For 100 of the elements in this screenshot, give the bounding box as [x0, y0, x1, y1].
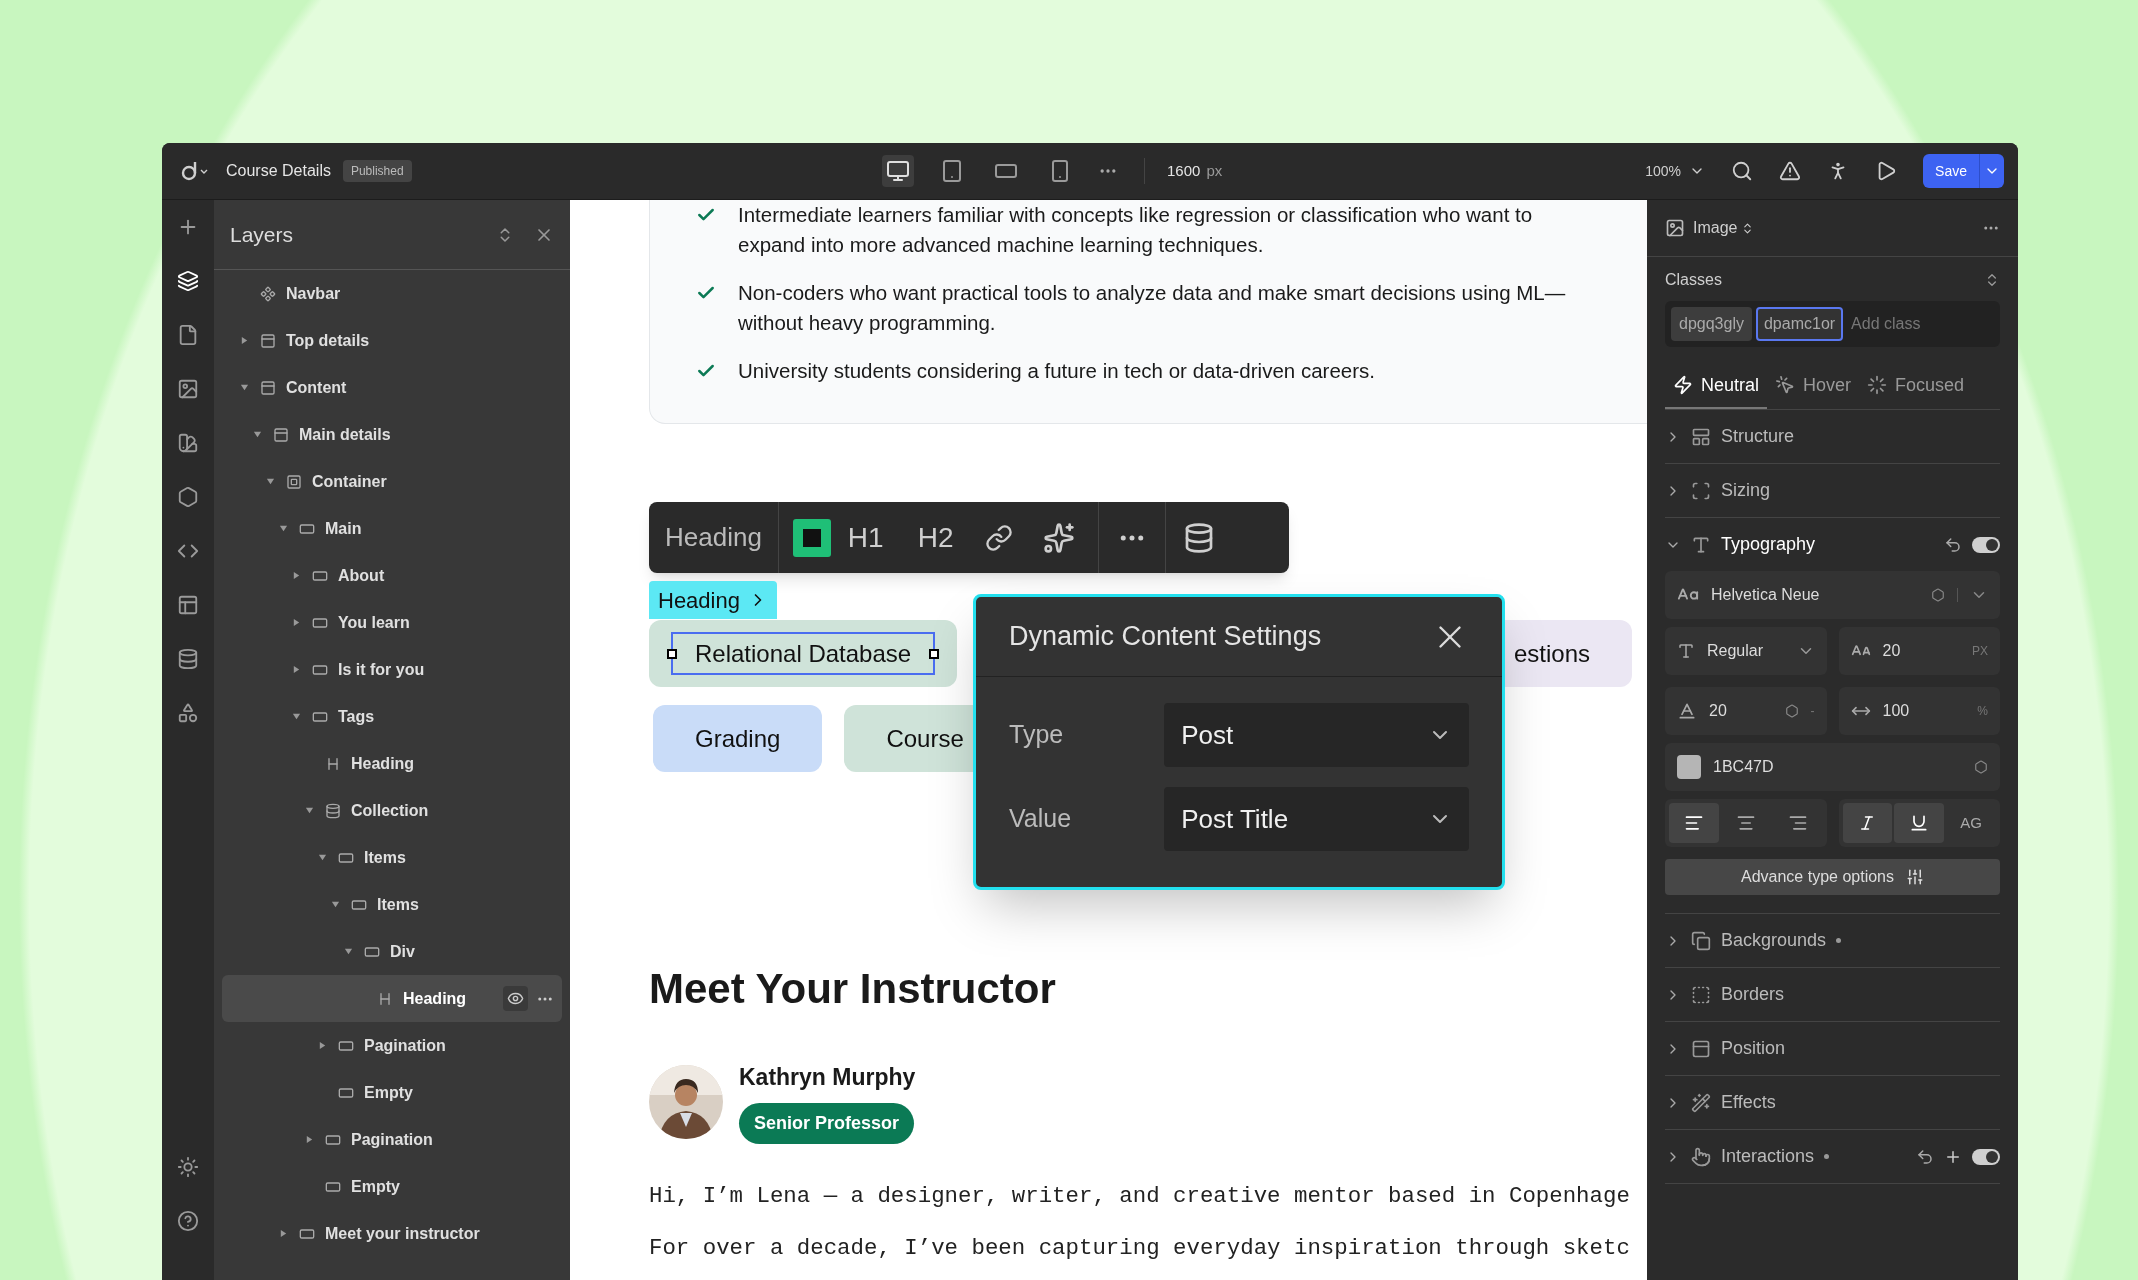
section-title[interactable]: Borders — [1721, 981, 1785, 1008]
effects-icon — [1691, 1092, 1711, 1113]
caret-icon[interactable] — [291, 712, 301, 721]
sparkles-icon[interactable] — [1043, 521, 1076, 554]
zoom-dropdown[interactable]: 100% — [1645, 160, 1706, 182]
section-title[interactable]: Position — [1721, 1035, 1786, 1062]
select-field[interactable]: Post — [1164, 703, 1469, 767]
caret-icon[interactable] — [291, 571, 301, 580]
caret-icon[interactable] — [278, 1229, 288, 1238]
layer-item[interactable]: Is it for you — [222, 646, 562, 693]
state-tab[interactable]: Neutral — [1665, 363, 1768, 409]
align-left-icon — [1683, 813, 1704, 833]
reset-icon[interactable] — [1916, 1147, 1934, 1166]
underline-button[interactable] — [1894, 803, 1945, 843]
position-icon — [1691, 1038, 1711, 1059]
layer-item[interactable]: Main — [222, 505, 562, 552]
section-title[interactable]: Effects — [1721, 1089, 1776, 1116]
italic-button[interactable] — [1842, 803, 1893, 843]
toggle-switch[interactable] — [1972, 536, 2000, 553]
layer-item[interactable]: Items — [222, 881, 562, 928]
align-button[interactable] — [1669, 803, 1719, 843]
layer-item[interactable]: Main details — [222, 411, 562, 458]
hexagon-icon — [177, 486, 199, 508]
font-weight-select[interactable]: Regular — [1665, 627, 1827, 675]
layer-item[interactable]: Pagination — [222, 1116, 562, 1163]
layer-item[interactable]: Div — [222, 928, 562, 975]
caret-icon[interactable] — [278, 524, 288, 533]
caret-icon[interactable] — [291, 618, 301, 627]
layer-label: Heading — [403, 988, 467, 1009]
section-title[interactable]: Sizing — [1721, 477, 1771, 504]
line-height-field[interactable]: 20 - — [1665, 687, 1827, 735]
caret-icon[interactable] — [343, 947, 353, 956]
variable-icon[interactable] — [1974, 760, 1988, 774]
caret-icon[interactable] — [291, 665, 301, 674]
text-size-icon — [1677, 642, 1695, 660]
layer-item[interactable]: Container — [222, 458, 562, 505]
layer-item[interactable]: About — [222, 552, 562, 599]
class-chip[interactable]: dpamc1or — [1755, 307, 1844, 341]
layer-item[interactable]: Navbar — [222, 270, 562, 317]
caret-icon[interactable] — [239, 383, 249, 392]
layer-item[interactable]: Collection — [222, 787, 562, 834]
caret-icon[interactable] — [317, 1041, 327, 1050]
component-icon — [260, 285, 276, 302]
visibility-button[interactable] — [503, 986, 528, 1011]
eye-icon — [507, 990, 524, 1007]
layer-item[interactable]: Empty — [222, 1069, 562, 1116]
variable-icon[interactable] — [1784, 704, 1799, 718]
color-swatch-icon[interactable] — [792, 518, 831, 557]
letter-spacing-field[interactable]: 100 % — [1838, 687, 2000, 735]
layer-item[interactable]: Pagination — [222, 1022, 562, 1069]
advanced-options-button[interactable]: Advance type options — [1665, 859, 2000, 895]
caret-icon[interactable] — [239, 336, 249, 345]
select-field[interactable]: Post Title — [1164, 787, 1469, 851]
layer-item[interactable]: Heading — [222, 740, 562, 787]
class-chip[interactable]: dpgq3gly — [1671, 307, 1752, 341]
device-button[interactable] — [882, 155, 914, 187]
section-title[interactable]: Structure — [1721, 423, 1795, 450]
resize-handle[interactable] — [929, 649, 940, 659]
font-size-field[interactable]: 20 PX — [1838, 627, 2000, 675]
section-title[interactable]: Interactions — [1721, 1143, 1815, 1170]
reset-icon[interactable] — [1944, 535, 1962, 554]
layer-item[interactable]: Empty — [222, 1163, 562, 1210]
layer-item[interactable]: Tags — [222, 693, 562, 740]
tag-chip[interactable]: Relational Database — [649, 620, 958, 687]
caret-icon[interactable] — [265, 477, 275, 486]
variable-icon[interactable] — [1931, 588, 1945, 602]
color-swatch[interactable] — [1677, 755, 1701, 779]
layer-item[interactable]: Items — [222, 834, 562, 881]
tag-label: estions — [1512, 638, 1591, 669]
text-color-field[interactable]: 1BC47D — [1665, 743, 2000, 791]
caret-icon[interactable] — [304, 806, 314, 815]
resize-handle[interactable] — [667, 649, 677, 659]
link-icon[interactable] — [985, 523, 1014, 552]
layer-item[interactable]: Content — [222, 364, 562, 411]
layer-item[interactable]: Heading — [222, 975, 562, 1022]
tag-label: Course — [885, 723, 965, 754]
caret-icon[interactable] — [330, 900, 340, 909]
warning-icon[interactable] — [1779, 160, 1802, 182]
focus-rays-icon — [1867, 375, 1888, 395]
heading-level-button[interactable]: H1 — [830, 516, 901, 559]
font-family-select[interactable]: Helvetica Neue — [1665, 571, 2000, 619]
logo-icon[interactable] — [180, 160, 210, 182]
breadcrumb-tag[interactable]: Heading — [649, 581, 777, 619]
state-tab[interactable]: Focused — [1859, 363, 1973, 409]
section-title[interactable]: Backgrounds — [1721, 927, 1827, 954]
section-title[interactable]: Typography — [1721, 531, 1816, 558]
tag-chip[interactable]: Grading — [653, 705, 823, 772]
caret-icon[interactable] — [304, 1135, 314, 1144]
role-badge: Senior Professor — [739, 1102, 915, 1144]
search-icon[interactable] — [1731, 160, 1754, 182]
element-type-select[interactable]: Image — [1693, 216, 1755, 240]
layer-item[interactable]: Top details — [222, 317, 562, 364]
heading-level-button[interactable]: H2 — [900, 516, 971, 559]
caret-icon[interactable] — [317, 853, 327, 862]
layer-item[interactable]: Meet your instructor — [222, 1210, 562, 1257]
caret-icon[interactable] — [252, 430, 262, 439]
class-selector-field[interactable]: dpgq3gly dpamc1or Add class — [1665, 301, 2000, 347]
state-tab[interactable]: Hover — [1767, 363, 1860, 409]
layer-item[interactable]: You learn — [222, 599, 562, 646]
toggle-switch[interactable] — [1972, 1148, 2000, 1165]
